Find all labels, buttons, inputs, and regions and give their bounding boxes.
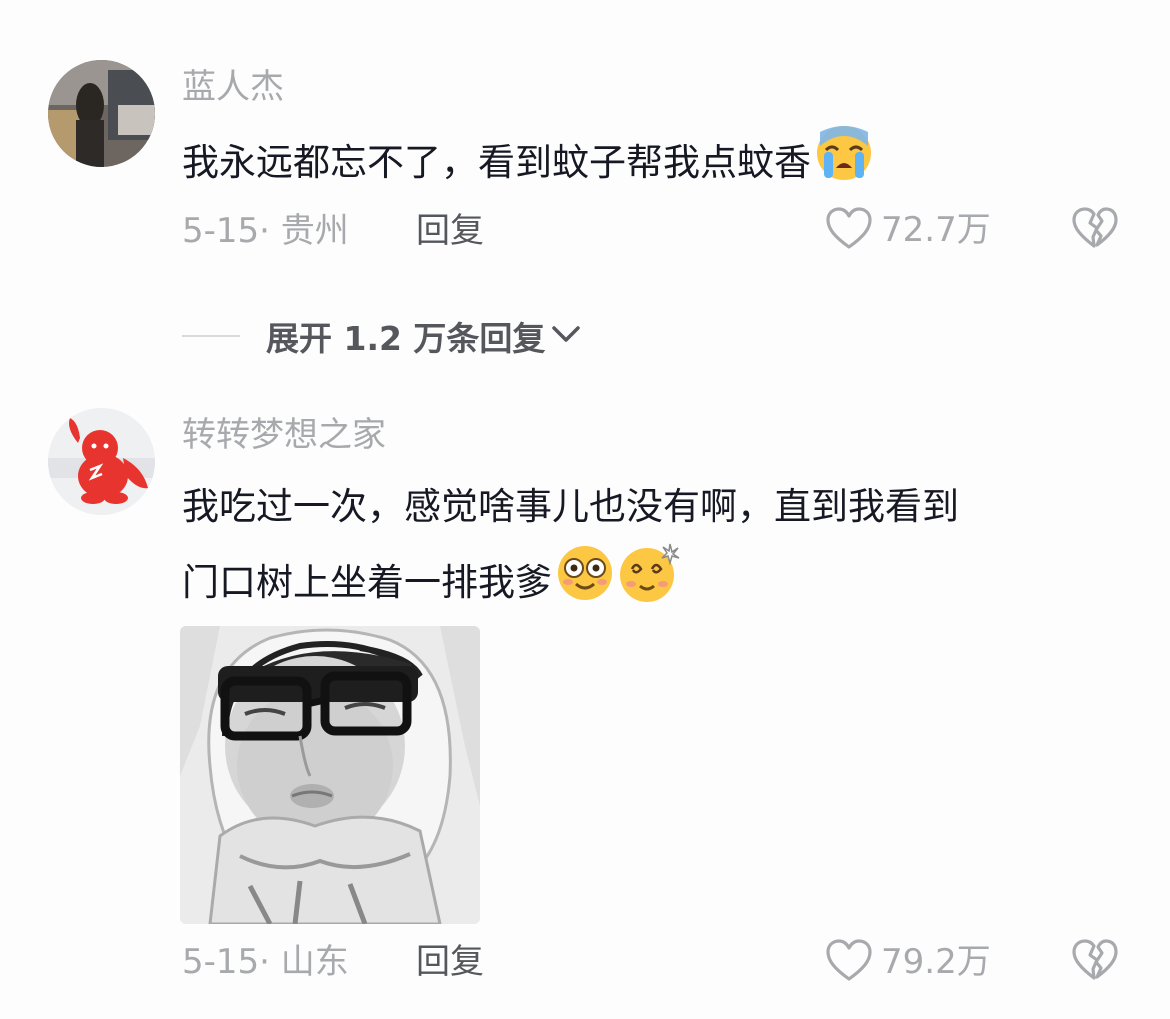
- reply-button[interactable]: 回复: [416, 945, 484, 979]
- goggle-eyed-emoji-icon: [556, 544, 614, 625]
- like-count: 79.2万: [881, 942, 991, 982]
- chevron-down-icon: [551, 324, 581, 348]
- divider: [182, 335, 240, 337]
- comment-text-line: 我吃过一次，感觉啥事儿也没有啊，直到我看到: [182, 485, 959, 528]
- comment-image[interactable]: [180, 626, 480, 924]
- comment-text: 我吃过一次，感觉啥事儿也没有啊，直到我看到 门口树上坐着一排我爹: [182, 472, 1132, 627]
- comment-text: 我永远都忘不了，看到蚊子帮我点蚊香: [182, 124, 1132, 205]
- comment-text-content: 门口树上坐着一排我爹: [182, 561, 552, 604]
- expand-replies-label: 展开 1.2 万条回复: [266, 319, 546, 358]
- like-button[interactable]: 79.2万: [825, 938, 991, 986]
- avatar[interactable]: [48, 408, 155, 515]
- expand-replies-button[interactable]: 展开 1.2 万条回复: [182, 312, 581, 360]
- broken-heart-icon: [1072, 939, 1118, 986]
- comment-date-location: 5-15· 贵州: [182, 211, 349, 251]
- like-count: 72.7万: [881, 210, 991, 250]
- crying-emoji-icon: [815, 124, 873, 205]
- comment-text-line-2: 门口树上坐着一排我爹: [182, 542, 1132, 627]
- dislike-button[interactable]: [1072, 938, 1118, 986]
- comment-text-content: 我永远都忘不了，看到蚊子帮我点蚊香: [182, 141, 811, 184]
- dizzy-emoji-icon: [618, 542, 680, 627]
- comment-username[interactable]: 蓝人杰: [182, 70, 284, 104]
- heart-icon: [825, 938, 873, 986]
- avatar[interactable]: [48, 60, 155, 167]
- broken-heart-icon: [1072, 207, 1118, 254]
- dislike-button[interactable]: [1072, 206, 1118, 254]
- comment-username[interactable]: 转转梦想之家: [182, 418, 386, 452]
- like-button[interactable]: 72.7万: [825, 206, 991, 254]
- heart-icon: [825, 206, 873, 254]
- comment-date-location: 5-15· 山东: [182, 942, 349, 982]
- reply-button[interactable]: 回复: [416, 214, 484, 248]
